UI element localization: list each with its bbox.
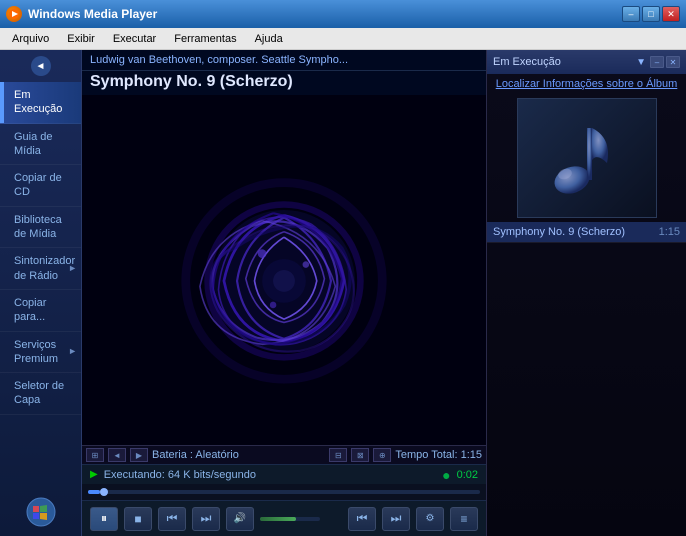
- sidebar-item-em-execucao[interactable]: Em Execução: [0, 82, 81, 124]
- pause-button[interactable]: ⏸: [90, 507, 118, 531]
- sidebar-item-guia-de-midia[interactable]: Guia de Mídia: [0, 124, 81, 166]
- play-indicator-icon: ▶: [90, 469, 98, 480]
- rp-dropdown-icon[interactable]: ▼: [636, 57, 646, 68]
- rp-close-button[interactable]: ✕: [666, 56, 680, 68]
- prev-button[interactable]: ⏮: [158, 507, 186, 531]
- menu-ajuda[interactable]: Ajuda: [247, 31, 291, 47]
- time-dot-icon: ●: [442, 467, 450, 483]
- skip-fwd-button[interactable]: ⏭: [382, 507, 410, 531]
- transport-bar: ⏸ ■ ⏮ ⏭ 🔊 ⏮ ⏭ ⚙ ≡: [82, 500, 486, 536]
- playlist-item[interactable]: Symphony No. 9 (Scherzo) 1:15: [487, 222, 686, 243]
- sidebar-item-biblioteca-de-midia[interactable]: Biblioteca de Mídia: [0, 207, 81, 249]
- rp-title-buttons: – ✕: [650, 56, 680, 68]
- playlist-item-title: Symphony No. 9 (Scherzo): [493, 226, 655, 238]
- playlist-area: Symphony No. 9 (Scherzo) 1:15: [487, 222, 686, 536]
- progress-fill: [88, 490, 100, 494]
- time-current: 0:02: [457, 469, 478, 481]
- menu-bar: Arquivo Exibir Executar Ferramentas Ajud…: [0, 28, 686, 50]
- status-bar: ▶ Executando: 64 K bits/segundo ● 0:02: [82, 464, 486, 484]
- rp-minimize-button[interactable]: –: [650, 56, 664, 68]
- progress-thumb: [100, 488, 108, 496]
- title-bar: Windows Media Player – □ ✕: [0, 0, 686, 28]
- sidebar: ◄ Em Execução Guia de Mídia Copiar de CD…: [0, 50, 82, 536]
- viz-label: Bateria : Aleatório: [152, 449, 325, 461]
- playlist-item-duration: 1:15: [659, 226, 680, 238]
- time-total: Tempo Total: 1:15: [395, 449, 482, 461]
- main-container: ◄ Em Execução Guia de Mídia Copiar de CD…: [0, 50, 686, 536]
- maximize-button[interactable]: □: [642, 6, 660, 22]
- sidebar-item-copiar-para[interactable]: Copiar para...: [0, 290, 81, 332]
- sidebar-nav-arrow[interactable]: ◄: [31, 56, 51, 76]
- windows-logo: [0, 488, 81, 536]
- volume-button[interactable]: 🔊: [226, 507, 254, 531]
- close-button[interactable]: ✕: [662, 6, 680, 22]
- volume-slider[interactable]: [260, 517, 320, 521]
- stop-button[interactable]: ■: [124, 507, 152, 531]
- album-art: [517, 98, 657, 218]
- volume-fill: [260, 517, 296, 521]
- chevron-right-icon-2: ►: [68, 346, 77, 358]
- chevron-right-icon: ►: [68, 263, 77, 275]
- viz-menu-icon[interactable]: ⊞: [86, 448, 104, 462]
- more-button[interactable]: ≡: [450, 507, 478, 531]
- progress-track[interactable]: [88, 490, 480, 494]
- status-text: Executando: 64 K bits/segundo: [104, 469, 436, 481]
- video-header: Ludwig van Beethoven, composer. Seattle …: [82, 50, 486, 71]
- right-panel: Em Execução ▼ – ✕ Localizar Informações …: [486, 50, 686, 536]
- window-controls: – □ ✕: [622, 6, 680, 22]
- menu-executar[interactable]: Executar: [105, 31, 164, 47]
- album-art-svg: [537, 108, 637, 208]
- app-title: Windows Media Player: [28, 7, 616, 21]
- app-icon: [6, 6, 22, 22]
- rp-title-bar: Em Execução ▼ – ✕: [487, 50, 686, 74]
- viz-prev-icon[interactable]: ◄: [108, 448, 126, 462]
- find-info-link[interactable]: Localizar Informações sobre o Álbum: [487, 74, 686, 94]
- menu-arquivo[interactable]: Arquivo: [4, 31, 57, 47]
- video-title: Symphony No. 9 (Scherzo): [82, 71, 486, 95]
- minimize-button[interactable]: –: [622, 6, 640, 22]
- rp-title-label: Em Execução: [493, 56, 632, 68]
- viz-icon-3[interactable]: ⊕: [373, 448, 391, 462]
- visualization-svg: [82, 95, 486, 445]
- sidebar-item-seletor-de-capa[interactable]: Seletor de Capa: [0, 373, 81, 415]
- progress-container: [82, 484, 486, 500]
- skip-back-button[interactable]: ⏮: [348, 507, 376, 531]
- viz-icon-1[interactable]: ⊟: [329, 448, 347, 462]
- viz-bottom-bar: ⊞ ◄ ▶ Bateria : Aleatório ⊟ ⊠ ⊕ Tempo To…: [82, 445, 486, 464]
- menu-exibir[interactable]: Exibir: [59, 31, 103, 47]
- visualization-area: [82, 95, 486, 445]
- sidebar-item-servicos-premium[interactable]: Serviços Premium ►: [0, 332, 81, 374]
- menu-ferramentas[interactable]: Ferramentas: [166, 31, 244, 47]
- settings-button[interactable]: ⚙: [416, 507, 444, 531]
- sidebar-item-sintonizador-de-radio[interactable]: Sintonizador de Rádio ►: [0, 248, 81, 290]
- content-area: Ludwig van Beethoven, composer. Seattle …: [82, 50, 486, 536]
- sidebar-item-copiar-de-cd[interactable]: Copiar de CD: [0, 165, 81, 207]
- next-button[interactable]: ⏭: [192, 507, 220, 531]
- viz-icon-2[interactable]: ⊠: [351, 448, 369, 462]
- viz-play-icon[interactable]: ▶: [130, 448, 148, 462]
